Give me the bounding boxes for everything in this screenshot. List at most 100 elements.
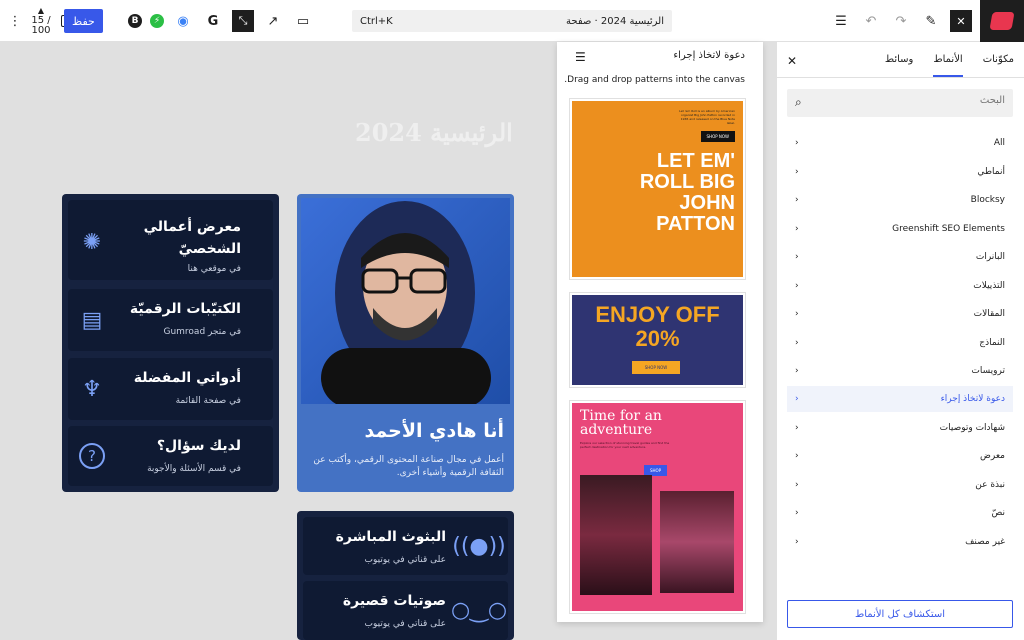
category-label: شهادات وتوصيات bbox=[939, 423, 1005, 433]
link-title: صوتيات قصيرة bbox=[342, 593, 446, 609]
panel-title: دعوة لاتخاذ إجراء bbox=[673, 50, 745, 61]
logo-icon bbox=[989, 12, 1015, 30]
pattern-image-left bbox=[580, 475, 652, 595]
device-preview-icon[interactable]: ▭ bbox=[292, 10, 314, 32]
category-label: Blocksy bbox=[970, 195, 1005, 205]
category-all[interactable]: All ‹ bbox=[787, 130, 1013, 156]
tab-media[interactable]: وسائط bbox=[885, 54, 914, 77]
divider bbox=[777, 77, 1024, 78]
link-item-ebooks[interactable]: الكتيّبات الرقميّة في متجر Gumroad ▤ bbox=[68, 289, 273, 351]
link-item-tools[interactable]: أدواتي المفضلة في صفحة القائمة ♆ bbox=[68, 358, 273, 420]
category-label: نصّ bbox=[991, 508, 1005, 518]
explore-all-patterns-button[interactable]: استكشاف كل الأنماط bbox=[787, 600, 1013, 628]
category-label: دعوة لاتخاذ إجراء bbox=[940, 394, 1005, 404]
pattern-headline: Time for an adventure bbox=[580, 408, 662, 438]
voicemail-icon: ○‿○ bbox=[450, 597, 508, 623]
category-banners[interactable]: البانرات ‹ bbox=[787, 244, 1013, 270]
pattern-small-text: Let 'em Roll is an album by American org… bbox=[679, 109, 735, 125]
profile-photo bbox=[301, 198, 510, 404]
pattern-preview-big-john[interactable]: Let 'em Roll is an album by American org… bbox=[569, 98, 746, 280]
category-my-patterns[interactable]: أنماطي ‹ bbox=[787, 159, 1013, 185]
greenshift-icon[interactable]: G bbox=[202, 10, 224, 32]
page-title[interactable]: الرئيسية 2024 bbox=[355, 118, 513, 147]
category-about[interactable]: نبذة عن ‹ bbox=[787, 472, 1013, 498]
link-item-portfolio[interactable]: معرض أعمالي الشخصيّ في موقعي هنا ✺ bbox=[68, 200, 273, 280]
category-testimonials[interactable]: شهادات وتوصيات ‹ bbox=[787, 415, 1013, 441]
category-blocksy[interactable]: Blocksy ‹ bbox=[787, 187, 1013, 213]
link-item-audio[interactable]: صوتيات قصيرة على قناتي في يوتيوب ○‿○ bbox=[303, 581, 508, 640]
filter-icon[interactable]: ☰ bbox=[575, 50, 586, 64]
lamp-icon: ♆ bbox=[82, 376, 102, 402]
link-title: لديك سؤال؟ bbox=[156, 438, 241, 454]
inserter-sidebar: ✕ مكوّنات الأنماط وسائط ⌕ All ‹ أنماطي ‹ B… bbox=[776, 42, 1024, 640]
redo-icon[interactable]: ↷ bbox=[890, 10, 912, 32]
document-title: الرئيسية 2024 · صفحة bbox=[566, 15, 664, 27]
category-label: التذييلات bbox=[973, 281, 1005, 291]
category-footers[interactable]: التذييلات ‹ bbox=[787, 273, 1013, 299]
category-text[interactable]: نصّ ‹ bbox=[787, 500, 1013, 526]
close-inserter-icon[interactable]: ✕ bbox=[950, 10, 972, 32]
link-subtitle: على قناتي في يوتيوب bbox=[364, 619, 446, 629]
fullscreen-icon[interactable]: ⤡ bbox=[232, 10, 254, 32]
word-counter: ▲ 15 / 100 bbox=[30, 6, 52, 36]
links-card-2: البثوث المباشرة على قناتي في يوتيوب ((●)… bbox=[297, 511, 514, 640]
link-title: معرض أعمالي الشخصيّ bbox=[143, 219, 241, 257]
link-subtitle: في قسم الأسئلة والأجوبة bbox=[147, 464, 241, 474]
chevron-left-icon: ‹ bbox=[795, 508, 799, 518]
category-label: نبذة عن bbox=[975, 480, 1005, 490]
category-label: معرض bbox=[979, 451, 1005, 461]
chevron-left-icon: ‹ bbox=[795, 423, 799, 433]
pattern-preview-enjoy[interactable]: ENJOY OFF 20% SHOP NOW bbox=[569, 292, 746, 388]
site-logo[interactable] bbox=[980, 0, 1024, 42]
links-card: معرض أعمالي الشخصيّ في موقعي هنا ✺ الكتي… bbox=[62, 194, 279, 492]
top-toolbar: ⋮ ▲ 15 / 100 حفظ B ⚡ ◉ G ⤡ ↗ ▭ Ctrl+K ال… bbox=[0, 0, 1024, 42]
search-shortcut: Ctrl+K bbox=[360, 15, 393, 27]
tab-blocks[interactable]: مكوّنات bbox=[983, 54, 1014, 77]
portrait-illustration bbox=[321, 201, 491, 404]
pattern-headline: LET EM' ROLL BIG JOHN PATTON bbox=[639, 150, 735, 235]
link-subtitle: على قناتي في يوتيوب bbox=[364, 555, 446, 565]
category-forms[interactable]: النماذج ‹ bbox=[787, 330, 1013, 356]
close-sidebar-icon[interactable]: ✕ bbox=[787, 54, 797, 68]
profile-bio: أعمل في مجال صناعة المحتوى الرقمي، وأكتب… bbox=[313, 455, 504, 478]
category-call-to-action[interactable]: دعوة لاتخاذ إجراء ‹ bbox=[787, 386, 1013, 412]
chevron-left-icon: ‹ bbox=[795, 281, 799, 291]
link-subtitle: في صفحة القائمة bbox=[175, 396, 241, 406]
blocksy-icon[interactable]: B bbox=[128, 14, 142, 28]
undo-icon[interactable]: ↶ bbox=[860, 10, 882, 32]
bolt-icon[interactable]: ⚡ bbox=[150, 14, 164, 28]
category-headers[interactable]: ترويسات ‹ bbox=[787, 358, 1013, 384]
profile-name: أنا هادي الأحمد bbox=[364, 420, 504, 442]
pattern-search[interactable]: ⌕ bbox=[787, 89, 1013, 117]
profile-card[interactable]: أنا هادي الأحمد أعمل في مجال صناعة المحت… bbox=[297, 194, 514, 492]
patterns-panel: ☰ دعوة لاتخاذ إجراء Drag and drop patter… bbox=[557, 42, 763, 622]
external-link-icon[interactable]: ↗ bbox=[262, 10, 284, 32]
more-options-icon[interactable]: ⋮ bbox=[4, 10, 26, 32]
category-uncategorized[interactable]: غير مصنف ‹ bbox=[787, 529, 1013, 555]
chevron-left-icon: ‹ bbox=[795, 366, 799, 376]
search-input[interactable] bbox=[815, 95, 1005, 106]
pattern-preview-adventure[interactable]: Time for an adventure Explore our select… bbox=[569, 400, 746, 614]
link-title: الكتيّبات الرقميّة bbox=[129, 301, 241, 317]
link-title: البثوث المباشرة bbox=[335, 529, 446, 545]
category-posts[interactable]: المقالات ‹ bbox=[787, 301, 1013, 327]
list-view-icon[interactable]: ☰ bbox=[830, 10, 852, 32]
pattern-small-text: Explore our selection of stunning travel… bbox=[580, 441, 670, 449]
category-label: أنماطي bbox=[977, 167, 1005, 177]
category-greenshift[interactable]: Greenshift SEO Elements ‹ bbox=[787, 216, 1013, 242]
category-label: Greenshift SEO Elements bbox=[892, 224, 1005, 234]
link-item-questions[interactable]: لديك سؤال؟ في قسم الأسئلة والأجوبة ? bbox=[68, 426, 273, 486]
chevron-left-icon: ‹ bbox=[795, 252, 799, 262]
database-icon[interactable]: ◉ bbox=[172, 10, 194, 32]
chevron-left-icon: ‹ bbox=[795, 338, 799, 348]
panel-hint: Drag and drop patterns into the canvas. bbox=[564, 75, 745, 85]
save-button[interactable]: حفظ bbox=[64, 9, 103, 33]
edit-tools-icon[interactable]: ✎ bbox=[920, 10, 942, 32]
link-item-live[interactable]: البثوث المباشرة على قناتي في يوتيوب ((●)… bbox=[303, 517, 508, 575]
tab-patterns[interactable]: الأنماط bbox=[933, 54, 963, 77]
chevron-left-icon: ‹ bbox=[795, 167, 799, 177]
command-search-bar[interactable]: Ctrl+K الرئيسية 2024 · صفحة bbox=[352, 10, 672, 32]
category-gallery[interactable]: معرض ‹ bbox=[787, 443, 1013, 469]
search-icon: ⌕ bbox=[795, 95, 802, 109]
link-subtitle: في متجر Gumroad bbox=[163, 327, 241, 337]
